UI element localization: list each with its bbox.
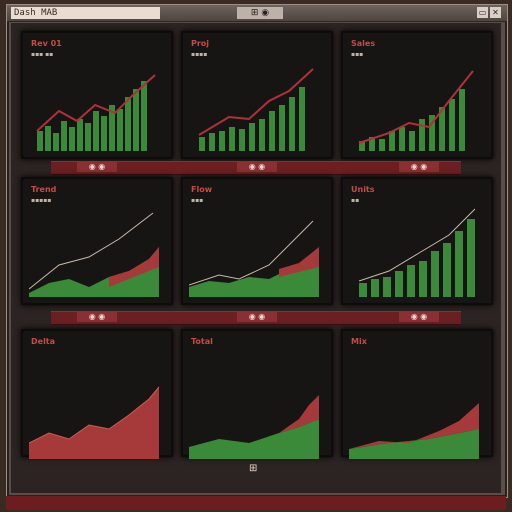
panel-subtitle: ▪▪▪ ▪▪ [31,51,54,58]
panel-title: Sales [351,39,376,48]
panel-title: Flow [191,185,213,194]
row-label[interactable]: ◉ ◉ [77,162,117,172]
chart-panel-6[interactable]: Units ▪▪ [341,177,493,305]
mini-chart [189,220,319,297]
mini-chart [358,208,476,297]
mini-chart [29,212,159,297]
chart-grid: Rev 01 ▪▪▪ ▪▪ Proj ▪▪▪▪ Sales ▪▪▪ ◉ ◉ ◉ … [11,23,501,493]
mini-chart [36,74,156,151]
title-bar: Dash MAB ⊞ ◉ ▭ ✕ [7,5,507,22]
row-label[interactable]: ◉ ◉ [399,312,439,322]
mini-chart [358,70,474,151]
panel-subtitle: ▪▪▪ [191,197,204,204]
chart-panel-7[interactable]: Delta [21,329,173,459]
row-label[interactable]: ◉ ◉ [237,162,277,172]
chart-panel-8[interactable]: Total [181,329,333,459]
panel-title: Delta [31,337,56,346]
mini-chart [189,395,319,459]
panel-subtitle: ▪▪▪ [351,51,364,58]
footer-icon[interactable]: ⊞ [249,463,257,474]
footer-bar [6,496,506,510]
chart-panel-5[interactable]: Flow ▪▪▪ [181,177,333,305]
chart-panel-1[interactable]: Rev 01 ▪▪▪ ▪▪ [21,31,173,159]
mini-chart [29,386,160,459]
dashboard-window: Dash MAB ⊞ ◉ ▭ ✕ Rev 01 ▪▪▪ ▪▪ Proj ▪▪▪▪… [6,4,508,498]
panel-title: Mix [351,337,367,346]
chart-panel-2[interactable]: Proj ▪▪▪▪ [181,31,333,159]
panel-title: Trend [31,185,57,194]
row-label[interactable]: ◉ ◉ [399,162,439,172]
panel-subtitle: ▪▪▪▪▪ [31,197,52,204]
toolbar-center[interactable]: ⊞ ◉ [237,7,283,19]
mini-chart [349,403,479,459]
panel-subtitle: ▪▪ [351,197,360,204]
chart-panel-3[interactable]: Sales ▪▪▪ [341,31,493,159]
panel-title: Units [351,185,375,194]
window-title: Dash MAB [11,7,160,19]
panel-title: Rev 01 [31,39,62,48]
panel-subtitle: ▪▪▪▪ [191,51,208,58]
close-button[interactable]: ✕ [490,7,501,18]
row-label[interactable]: ◉ ◉ [77,312,117,322]
panel-title: Total [191,337,213,346]
mini-chart [198,68,314,151]
row-label[interactable]: ◉ ◉ [237,312,277,322]
chart-panel-4[interactable]: Trend ▪▪▪▪▪ [21,177,173,305]
panel-title: Proj [191,39,210,48]
chart-panel-9[interactable]: Mix [341,329,493,459]
maximize-button[interactable]: ▭ [477,7,488,18]
